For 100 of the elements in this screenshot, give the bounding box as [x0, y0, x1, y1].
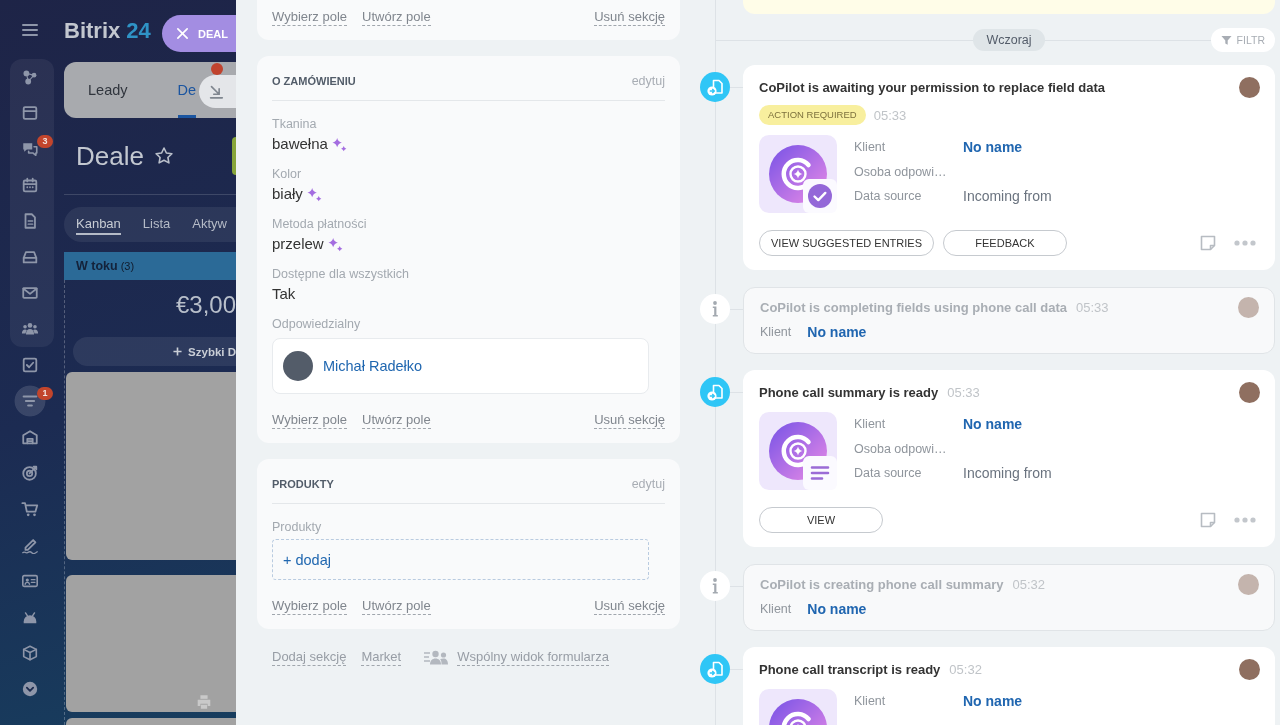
client-link[interactable]: No name	[807, 323, 867, 340]
event-title: CoPilot is awaiting your permission to replace field data	[759, 79, 1106, 95]
action-button[interactable]: FEEDBACK	[942, 230, 1067, 256]
tab[interactable]: Leady	[88, 62, 128, 118]
slider-close-button[interactable]: DEAL	[162, 15, 236, 52]
event-time: 05:33	[873, 107, 907, 123]
field-value: Tak	[272, 284, 296, 304]
event-time: 05:33	[947, 384, 980, 400]
sidebar-button[interactable]: 1	[14, 383, 54, 419]
cut-off-button[interactable]	[232, 137, 236, 175]
page-title: Deale	[76, 140, 144, 172]
field-value: bawełna	[272, 134, 328, 154]
note-icon	[1199, 234, 1217, 252]
info-icon	[700, 570, 730, 601]
filter-icon	[1220, 34, 1232, 46]
action-button[interactable]: VIEW	[759, 507, 883, 533]
event-title: CoPilot is completing fields using phone call data	[760, 300, 1067, 315]
edit-link[interactable]: edytuj	[631, 74, 665, 88]
user-avatar	[1239, 658, 1260, 680]
action-button[interactable]: VIEW SUGGESTED ENTRIES	[759, 230, 934, 256]
drive-icon	[21, 248, 39, 266]
form-link[interactable]: Market	[361, 648, 402, 666]
field-value: Incoming from	[963, 465, 1052, 482]
info-icon	[700, 293, 730, 324]
section-link[interactable]: Utwórz pole	[362, 8, 431, 26]
responsible-person-field[interactable]: Michał Radełko	[272, 338, 649, 394]
section-link[interactable]: Wybierz pole	[272, 597, 348, 615]
plus-icon	[173, 347, 183, 356]
event-title: Phone call transcript is ready	[759, 661, 941, 677]
person-link[interactable]: Michał Radełko	[323, 358, 423, 374]
logo: Bitrix 24	[64, 18, 151, 44]
field-label: Klient	[854, 417, 887, 432]
quick-add-button[interactable]: Szybki D	[73, 337, 236, 366]
client-link[interactable]: No name	[807, 600, 867, 617]
client-link[interactable]: No name	[963, 139, 1023, 156]
client-link[interactable]: No name	[963, 693, 1023, 710]
warehouse-icon	[21, 428, 39, 446]
field-label: Produkty	[272, 519, 322, 536]
column-sum: €3,00	[175, 291, 236, 319]
counter-badge: 1	[37, 387, 53, 400]
tab[interactable]: De	[177, 62, 197, 118]
view-tab[interactable]: Aktyw	[192, 214, 227, 235]
user-avatar	[1238, 574, 1259, 595]
section-title: PRODUKTY	[272, 478, 334, 490]
more-icon	[1234, 240, 1256, 246]
section-link[interactable]: Wybierz pole	[272, 8, 348, 26]
mail-icon	[21, 284, 39, 302]
client-link[interactable]: No name	[963, 416, 1023, 433]
view-tab[interactable]: Lista	[142, 214, 171, 235]
more-icon	[1234, 517, 1256, 523]
event-title: CoPilot is creating phone call summary	[760, 577, 1004, 592]
view-tab[interactable]: Kanban	[76, 214, 121, 235]
user-avatar	[1238, 297, 1259, 318]
text-lines-icon	[803, 456, 837, 490]
field-value: przelew	[272, 234, 324, 254]
signature-icon	[21, 536, 39, 554]
user-avatar	[283, 351, 313, 381]
remove-section-link[interactable]: Usuń sekcję	[594, 597, 665, 615]
field-label: Data source	[854, 189, 923, 204]
field-label: Kolor	[272, 166, 302, 183]
field-label: Osoba odpowi…	[854, 164, 948, 179]
contact-card-icon	[21, 572, 39, 590]
counter-badge: 3	[37, 135, 53, 148]
close-icon	[176, 27, 189, 40]
field-label: Klient	[760, 324, 792, 339]
collapse-button[interactable]	[199, 75, 236, 108]
filter-button[interactable]: FILTR	[1210, 28, 1275, 52]
field-label: Osoba odpowi…	[854, 441, 948, 456]
user-avatar	[1239, 381, 1260, 403]
check-badge-icon	[803, 179, 837, 213]
remove-section-link[interactable]: Usuń sekcję	[594, 8, 665, 26]
section-link[interactable]: Utwórz pole	[362, 411, 431, 429]
star-icon[interactable]	[153, 146, 174, 166]
nodes-icon	[21, 68, 39, 86]
column-title: W toku	[76, 259, 118, 273]
event-time: 05:32	[1012, 577, 1045, 592]
form-link[interactable]: Dodaj sekcję	[272, 648, 347, 666]
status-badge: ACTION REQUIRED	[759, 105, 866, 125]
field-label: Klient	[760, 601, 792, 616]
section-link[interactable]: Utwórz pole	[362, 597, 431, 615]
field-value: biały	[272, 184, 303, 204]
checkbox-icon	[21, 356, 39, 374]
field-label: Klient	[854, 694, 887, 709]
date-label: Wczoraj	[973, 29, 1045, 51]
section-link[interactable]: Wybierz pole	[272, 411, 348, 429]
section-title: O ZAMÓWIENIU	[272, 75, 356, 87]
cart-icon	[21, 500, 39, 518]
field-label: Tkanina	[272, 116, 317, 133]
field-label: Dostępne dla wszystkich	[272, 266, 409, 283]
add-product-button[interactable]: + dodaj	[272, 539, 649, 580]
column-count: (3)	[120, 260, 135, 272]
event-time: 05:33	[1076, 300, 1109, 315]
edit-link[interactable]: edytuj	[631, 477, 665, 491]
people-list-icon	[423, 649, 450, 665]
shared-view-link[interactable]: Wspólny widok formularza	[423, 648, 609, 666]
remove-section-link[interactable]: Usuń sekcję	[594, 411, 665, 429]
event-time: 05:32	[949, 661, 982, 677]
user-avatar	[1239, 76, 1260, 98]
field-value: Incoming from	[963, 188, 1052, 205]
sidebar-button[interactable]: 3	[14, 131, 54, 167]
